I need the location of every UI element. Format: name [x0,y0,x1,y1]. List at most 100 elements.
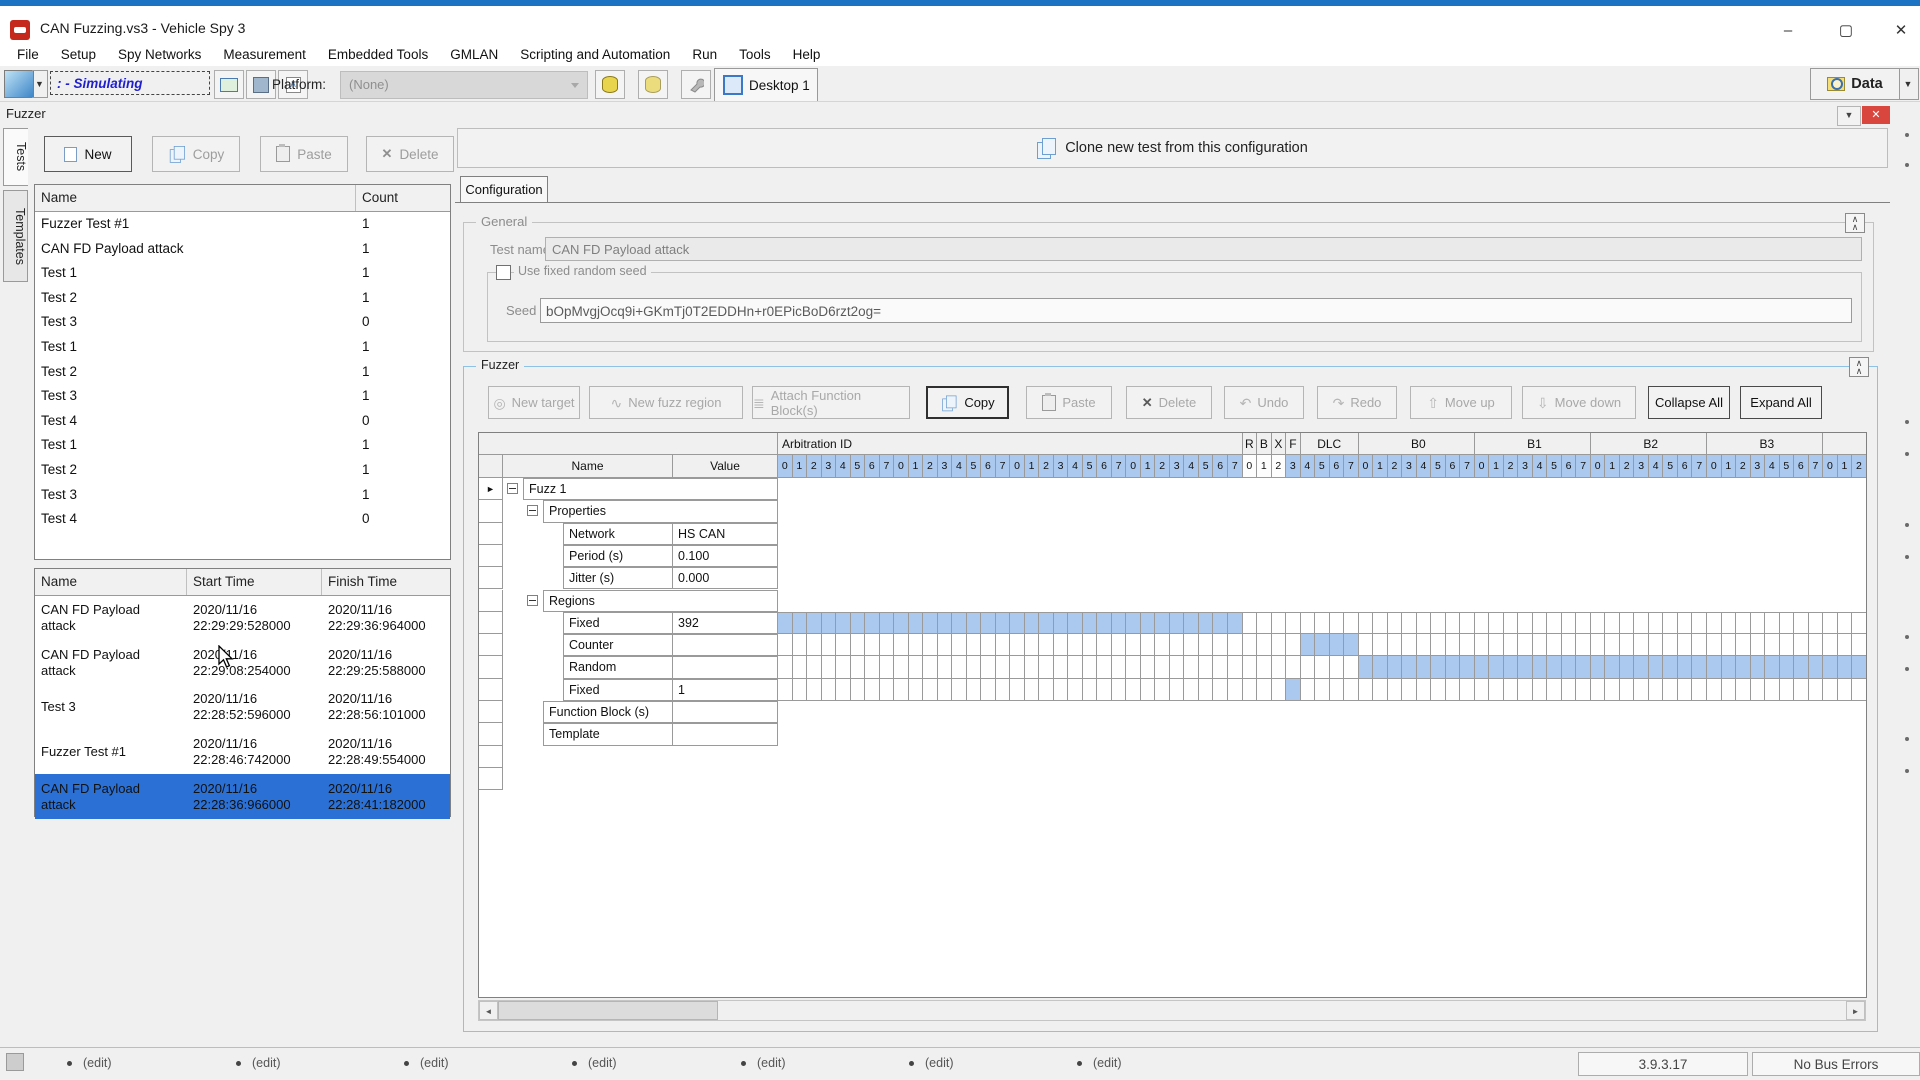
tree-expander-icon[interactable] [507,483,518,494]
bit-cell[interactable] [1663,656,1678,677]
bit-cell[interactable] [1402,613,1417,633]
bit-cell[interactable] [1155,656,1170,677]
bit-cell[interactable] [909,679,924,700]
seed-field[interactable]: bOpMvgjOcq9i+GKmTj0T2EDDHn+r0EPicBoD6rzt… [540,298,1852,323]
bit-cell[interactable] [1823,634,1838,655]
bit-cell[interactable] [1010,679,1025,700]
grid-row-fixed[interactable]: Fixed392 [479,612,1867,634]
bit-cell[interactable] [1576,656,1591,677]
bit-cell[interactable] [1039,613,1054,633]
bit-cell[interactable] [1678,656,1693,677]
bit-cell[interactable] [952,613,967,633]
bit-cell[interactable] [1547,679,1562,700]
bit-cell[interactable] [822,679,837,700]
bit-cell[interactable] [1228,634,1243,655]
paste-button[interactable]: Paste [1026,386,1112,419]
bit-cell[interactable] [1402,679,1417,700]
bit-cell[interactable] [1083,634,1098,655]
bit-cell[interactable] [1765,634,1780,655]
bit-cell[interactable] [1112,656,1127,677]
bit-cell[interactable] [1591,679,1606,700]
bit-cell[interactable] [1155,634,1170,655]
bit-cell[interactable] [1112,613,1127,633]
bit-cell[interactable] [807,656,822,677]
bit-cell[interactable] [1852,679,1867,700]
online-dropdown-arrow[interactable]: ▼ [32,70,48,98]
bit-cell[interactable] [1678,634,1693,655]
bit-cell[interactable] [1692,634,1707,655]
side-tab-templates[interactable]: Templates [3,190,28,282]
bit-cell[interactable] [836,656,851,677]
bit-cell[interactable] [981,613,996,633]
bit-cell[interactable] [1301,656,1316,677]
bit-cell[interactable] [1373,613,1388,633]
bit-cell[interactable] [865,613,880,633]
tab-desktop-1[interactable]: Desktop 1 [714,68,818,101]
bit-cell[interactable] [1852,634,1867,655]
bit-cell[interactable] [1736,634,1751,655]
bit-cell[interactable] [1518,679,1533,700]
bit-cell[interactable] [1809,613,1824,633]
tree-expander-icon[interactable] [527,595,538,606]
bit-cell[interactable] [807,634,822,655]
bit-cell[interactable] [1097,634,1112,655]
bit-cell[interactable] [1228,656,1243,677]
bit-cell[interactable] [1663,634,1678,655]
paste-test-button[interactable]: Paste [260,136,348,172]
delete-test-button[interactable]: ✕Delete [366,136,454,172]
bit-cell[interactable] [1373,656,1388,677]
bit-cell[interactable] [1388,656,1403,677]
bit-cell[interactable] [1286,634,1301,655]
bit-cell[interactable] [1475,613,1490,633]
table-row[interactable]: Test 21 [35,286,450,311]
grid-row-properties[interactable]: Properties [479,500,1867,522]
bit-cell[interactable] [1678,613,1693,633]
bit-cell[interactable] [1112,634,1127,655]
bit-cell[interactable] [1330,656,1345,677]
copy-button[interactable]: Copy [926,386,1009,419]
bit-cell[interactable] [1068,634,1083,655]
table-row[interactable]: Test 30 [35,310,450,335]
bit-cell[interactable] [1228,679,1243,700]
bit-cell[interactable] [981,634,996,655]
bit-cell[interactable] [1576,613,1591,633]
bit-cell[interactable] [1649,634,1664,655]
grid-row-counter[interactable]: Counter [479,634,1867,656]
bit-cell[interactable] [1097,613,1112,633]
bit-cell[interactable] [1344,613,1359,633]
bit-cell[interactable] [778,679,793,700]
bit-cell[interactable] [1765,656,1780,677]
region-bit-strip[interactable] [778,634,1867,656]
bit-cell[interactable] [1141,613,1156,633]
new-target-button[interactable]: ◎New target [488,386,580,419]
bit-cell[interactable] [1475,679,1490,700]
bit-cell[interactable] [1054,679,1069,700]
bit-cell[interactable] [778,634,793,655]
bit-cell[interactable] [1068,656,1083,677]
bit-cell[interactable] [1257,656,1272,677]
bit-cell[interactable] [1388,613,1403,633]
bit-cell[interactable] [1315,656,1330,677]
table-row[interactable]: Test 40 [35,507,450,532]
bit-cell[interactable] [1155,679,1170,700]
bit-cell[interactable] [1446,613,1461,633]
bit-cell[interactable] [952,656,967,677]
menu-scripting-and-automation[interactable]: Scripting and Automation [509,45,681,64]
bit-cell[interactable] [1126,613,1141,633]
bit-cell[interactable] [1460,634,1475,655]
bit-cell[interactable] [793,613,808,633]
table-row[interactable]: Test 21 [35,458,450,483]
bit-cell[interactable] [1591,656,1606,677]
bit-cell[interactable] [1054,613,1069,633]
bit-cell[interactable] [1809,656,1824,677]
bit-cell[interactable] [1620,634,1635,655]
grid-row-regions[interactable]: Regions [479,590,1867,612]
tree-expander-icon[interactable] [527,505,538,516]
bit-cell[interactable] [1809,679,1824,700]
undo-button[interactable]: ↶Undo [1224,386,1304,419]
bit-cell[interactable] [807,679,822,700]
bit-cell[interactable] [1620,679,1635,700]
bit-cell[interactable] [1504,656,1519,677]
menu-gmlan[interactable]: GMLAN [439,45,509,64]
bit-cell[interactable] [1736,679,1751,700]
